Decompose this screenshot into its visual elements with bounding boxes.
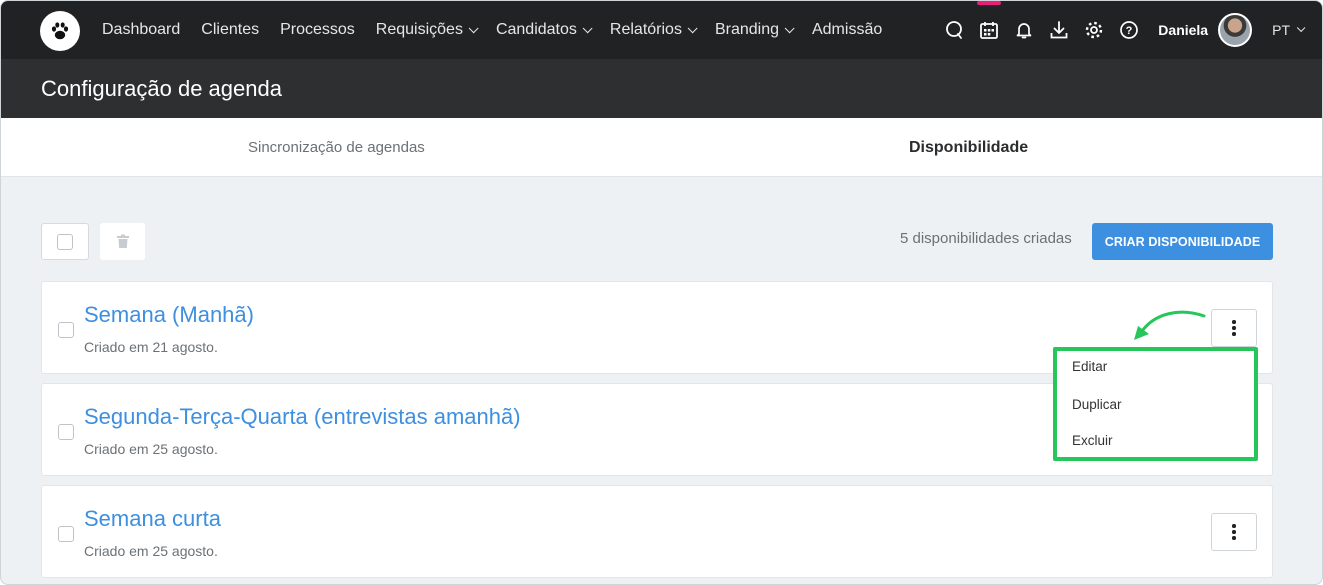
top-navbar: Dashboard Clientes Processos Requisições… bbox=[1, 1, 1322, 59]
chevron-down-icon bbox=[784, 22, 795, 33]
select-all-checkbox[interactable] bbox=[41, 223, 89, 260]
nav-branding[interactable]: Branding bbox=[714, 21, 795, 39]
nav-clientes[interactable]: Clientes bbox=[201, 21, 259, 39]
main-menu: Dashboard Clientes Processos Requisições… bbox=[102, 1, 903, 59]
svg-text:?: ? bbox=[1126, 25, 1133, 37]
menu-item-delete[interactable]: Excluir bbox=[1072, 433, 1113, 448]
nav-label: Branding bbox=[714, 21, 779, 38]
availability-card: Semana curta Criado em 25 agosto. bbox=[41, 485, 1273, 578]
language-selector[interactable]: PT bbox=[1272, 22, 1306, 38]
nav-admissao[interactable]: Admissão bbox=[812, 21, 882, 39]
menu-item-duplicate[interactable]: Duplicar bbox=[1072, 397, 1122, 412]
paw-icon bbox=[51, 22, 69, 40]
row-checkbox[interactable] bbox=[58, 424, 74, 440]
nav-label: Dashboard bbox=[102, 21, 181, 38]
gear-icon[interactable] bbox=[1083, 19, 1105, 41]
nav-processos[interactable]: Processos bbox=[280, 21, 355, 39]
checkbox bbox=[57, 233, 73, 250]
calendar-icon[interactable] bbox=[977, 1, 1002, 41]
chevron-down-icon bbox=[468, 22, 479, 33]
annotation-arrow-icon bbox=[1134, 310, 1206, 340]
tab-sincronizacao[interactable]: Sincronização de agendas bbox=[248, 118, 425, 177]
page-title: Configuração de agenda bbox=[41, 75, 282, 101]
nav-label: Admissão bbox=[811, 21, 883, 38]
more-options-button[interactable] bbox=[1211, 513, 1257, 551]
nav-requisicoes[interactable]: Requisições bbox=[375, 21, 479, 39]
user-avatar[interactable] bbox=[1218, 13, 1253, 47]
menu-item-edit[interactable]: Editar bbox=[1072, 359, 1107, 374]
tab-disponibilidade[interactable]: Disponibilidade bbox=[909, 118, 1028, 177]
active-indicator bbox=[977, 1, 1002, 5]
availability-title[interactable]: Segunda-Terça-Quarta (entrevistas amanhã… bbox=[84, 404, 521, 430]
app-window: Dashboard Clientes Processos Requisições… bbox=[0, 0, 1323, 585]
availability-created: Criado em 25 agosto. bbox=[84, 543, 218, 559]
nav-label: Processos bbox=[280, 21, 355, 38]
availability-count: 5 disponibilidades criadas bbox=[900, 230, 1072, 247]
nav-dashboard[interactable]: Dashboard bbox=[102, 21, 180, 39]
paw-logo[interactable] bbox=[40, 11, 80, 51]
row-checkbox[interactable] bbox=[58, 322, 74, 338]
chevron-down-icon bbox=[687, 22, 698, 33]
more-options-button[interactable] bbox=[1211, 309, 1257, 347]
navbar-actions: ? Daniela PT bbox=[930, 1, 1306, 59]
language-label: PT bbox=[1272, 22, 1290, 38]
availability-created: Criado em 21 agosto. bbox=[84, 339, 218, 355]
chevron-down-icon bbox=[582, 22, 593, 33]
help-icon[interactable]: ? bbox=[1118, 19, 1140, 41]
nav-label: Requisições bbox=[375, 21, 463, 38]
nav-candidatos[interactable]: Candidatos bbox=[495, 21, 593, 39]
delete-button[interactable] bbox=[100, 223, 145, 260]
page-title-bar: Configuração de agenda bbox=[1, 59, 1322, 118]
user-name[interactable]: Daniela bbox=[1158, 22, 1208, 38]
row-checkbox[interactable] bbox=[58, 526, 74, 542]
trash-icon bbox=[116, 234, 129, 248]
nav-label: Relatórios bbox=[609, 21, 682, 38]
options-menu: Editar Duplicar Excluir bbox=[1053, 347, 1258, 461]
nav-relatorios[interactable]: Relatórios bbox=[609, 21, 698, 39]
chevron-down-icon bbox=[1296, 23, 1306, 33]
availability-created: Criado em 25 agosto. bbox=[84, 441, 218, 457]
chat-icon[interactable] bbox=[943, 19, 965, 41]
bell-icon[interactable] bbox=[1013, 19, 1035, 41]
tab-bar: Sincronização de agendas Disponibilidade bbox=[1, 118, 1322, 177]
nav-label: Clientes bbox=[201, 21, 260, 38]
download-icon[interactable] bbox=[1048, 19, 1070, 41]
nav-label: Candidatos bbox=[495, 21, 577, 38]
create-availability-button[interactable]: CRIAR DISPONIBILIDADE bbox=[1092, 223, 1273, 260]
availability-title[interactable]: Semana (Manhã) bbox=[84, 302, 254, 328]
availability-title[interactable]: Semana curta bbox=[84, 506, 221, 532]
